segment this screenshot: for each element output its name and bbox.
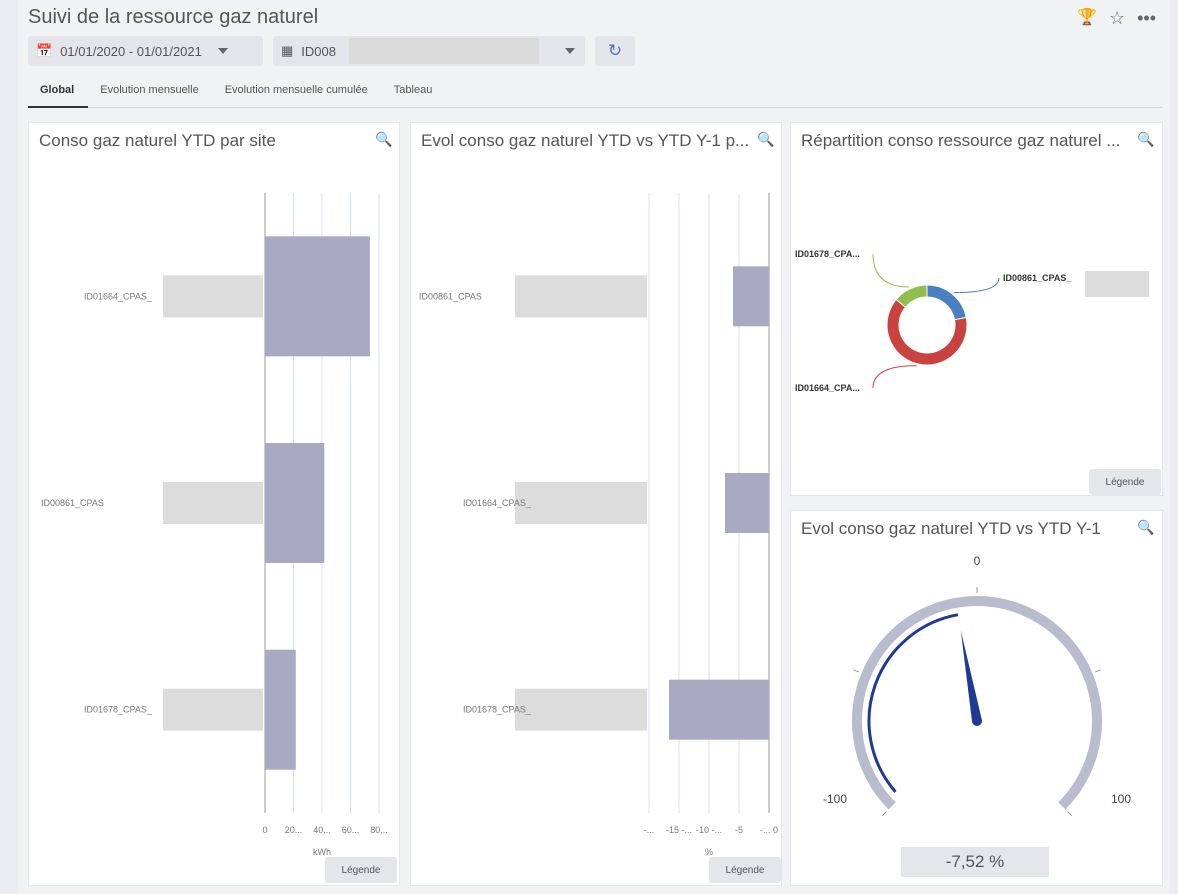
pie-label: ID00861_CPAS_ bbox=[1003, 273, 1072, 283]
tab-tableau[interactable]: Tableau bbox=[382, 80, 447, 108]
legend-button[interactable]: Légende bbox=[709, 857, 781, 883]
zoom-icon[interactable]: 🔍 bbox=[757, 131, 774, 147]
zoom-icon[interactable]: 🔍 bbox=[375, 131, 392, 147]
bar bbox=[669, 679, 769, 740]
redacted-label-box bbox=[515, 688, 647, 731]
redacted-label-box bbox=[515, 482, 647, 524]
redacted-label-box bbox=[163, 275, 263, 318]
site-select[interactable]: ▦ ID008 bbox=[273, 36, 585, 66]
refresh-button[interactable]: ↻ bbox=[595, 36, 635, 66]
redacted-label-box bbox=[163, 688, 263, 731]
category-label: ID01664_CPAS_ bbox=[463, 498, 532, 508]
dashboard-page: Suivi de la ressource gaz naturel 🏆 ☆ ••… bbox=[18, 0, 1170, 894]
top-actions: 🏆 ☆ ••• bbox=[1077, 8, 1156, 28]
category-label: ID01678_CPAS_ bbox=[463, 705, 532, 715]
gauge-tick bbox=[881, 811, 887, 817]
legend-button[interactable]: Légende bbox=[325, 857, 397, 883]
pie-label: ID01664_CPA... bbox=[795, 383, 860, 393]
site-value: ID008 bbox=[301, 43, 336, 59]
calendar-icon: 📅 bbox=[36, 43, 53, 58]
gauge-needle-hub bbox=[972, 716, 982, 726]
panel-title: Conso gaz naturel YTD par site bbox=[39, 131, 276, 150]
category-label: ID00861_CPAS bbox=[419, 291, 482, 301]
pie-slice bbox=[926, 284, 967, 321]
bar bbox=[265, 649, 296, 770]
panel-repartition: Répartition conso ressource gaz naturel … bbox=[790, 122, 1163, 496]
x-tick-label: 40... bbox=[313, 825, 331, 835]
x-tick-label: -... 0 bbox=[760, 825, 778, 835]
legend-button[interactable]: Légende bbox=[1089, 469, 1161, 495]
category-label: ID00861_CPAS bbox=[41, 498, 104, 508]
category-label: ID01664_CPAS_ bbox=[84, 291, 153, 301]
x-tick-label: -15 -... bbox=[666, 825, 692, 835]
pie-label: ID01678_CPA... bbox=[795, 249, 860, 259]
page-title: Suivi de la ressource gaz naturel bbox=[28, 6, 319, 28]
panel-gauge: Evol conso gaz naturel YTD vs YTD Y-1 🔍 … bbox=[790, 510, 1163, 886]
pie-slice bbox=[895, 284, 928, 308]
date-range-value: 01/01/2020 - 01/01/2021 bbox=[60, 43, 202, 59]
kpi-value: -7,52 % bbox=[901, 847, 1049, 877]
more-icon[interactable]: ••• bbox=[1137, 8, 1156, 28]
x-tick-label: 80... bbox=[370, 825, 388, 835]
category-label: ID01678_CPAS_ bbox=[84, 705, 153, 715]
redacted-box bbox=[349, 38, 539, 64]
bar bbox=[733, 266, 769, 327]
zoom-icon[interactable]: 🔍 bbox=[1137, 519, 1154, 535]
panel-title: Répartition conso ressource gaz naturel … bbox=[801, 131, 1121, 150]
redacted-label-box bbox=[515, 275, 647, 318]
bar-chart-conso: 0 20... 40... 60... 80... kWh ID01664_CPAS_ ID0… bbox=[41, 193, 388, 857]
tab-evolution-mensuelle[interactable]: Evolution mensuelle bbox=[88, 80, 212, 108]
x-axis-label: % bbox=[705, 847, 713, 857]
pie-connector bbox=[872, 253, 910, 288]
x-axis-label: kWh bbox=[313, 847, 331, 857]
bar bbox=[265, 236, 370, 357]
x-tick-label: 20... bbox=[285, 825, 303, 835]
building-icon: ▦ bbox=[281, 43, 294, 58]
gauge-tick bbox=[1095, 669, 1101, 673]
zoom-icon[interactable]: 🔍 bbox=[1137, 131, 1154, 147]
tab-global[interactable]: Global bbox=[28, 80, 89, 108]
gauge-tick bbox=[1067, 811, 1073, 817]
bar bbox=[265, 443, 325, 563]
redacted-label-box bbox=[1085, 271, 1149, 297]
gauge-tick-label: 0 bbox=[974, 554, 981, 568]
pie-connector bbox=[953, 277, 1000, 294]
x-tick-label: -5 bbox=[735, 825, 743, 835]
filter-toolbar: 📅 01/01/2020 - 01/01/2021 ▦ ID008 ↻ bbox=[28, 36, 635, 68]
gauge-tick bbox=[853, 669, 859, 673]
bar-chart-evol: -... -15 -... -10 -... -5 -... 0% ID00861_CPA… bbox=[419, 193, 778, 857]
gauge-tick-label: -100 bbox=[823, 792, 847, 806]
redacted-label-box bbox=[163, 482, 263, 524]
pie-connector bbox=[872, 365, 917, 389]
x-tick-label: -... bbox=[644, 825, 655, 835]
refresh-icon: ↻ bbox=[607, 41, 623, 60]
panel-title: Evol conso gaz naturel YTD vs YTD Y-1 p.… bbox=[421, 131, 750, 150]
star-icon[interactable]: ☆ bbox=[1109, 8, 1125, 28]
panel-conso-par-site: Conso gaz naturel YTD par site 🔍 0 20... 4… bbox=[28, 122, 400, 886]
trophy-icon[interactable]: 🏆 bbox=[1077, 8, 1097, 28]
gauge-chart: -100 0 100 bbox=[823, 554, 1131, 817]
date-range-select[interactable]: 📅 01/01/2020 - 01/01/2021 bbox=[28, 36, 263, 66]
donut-chart-repartition: ID00861_CPAS_ ID01664_CPA... ID01678_CPA..… bbox=[795, 249, 1149, 393]
gauge-needle bbox=[960, 630, 982, 722]
x-tick-label: 0 bbox=[262, 825, 267, 835]
gauge-tick-label: 100 bbox=[1111, 792, 1131, 806]
chevron-down-icon bbox=[565, 48, 575, 54]
panel-title: Evol conso gaz naturel YTD vs YTD Y-1 bbox=[801, 519, 1101, 538]
bar bbox=[725, 473, 769, 533]
x-tick-label: 60... bbox=[342, 825, 360, 835]
tab-bar: Global Evolution mensuelle Evolution men… bbox=[28, 80, 1162, 108]
x-tick-label: -10 -... bbox=[696, 825, 722, 835]
tab-evolution-cumulee[interactable]: Evolution mensuelle cumulée bbox=[213, 80, 382, 108]
panel-evol-par-site: Evol conso gaz naturel YTD vs YTD Y-1 p.… bbox=[410, 122, 782, 886]
chevron-down-icon bbox=[217, 48, 228, 54]
